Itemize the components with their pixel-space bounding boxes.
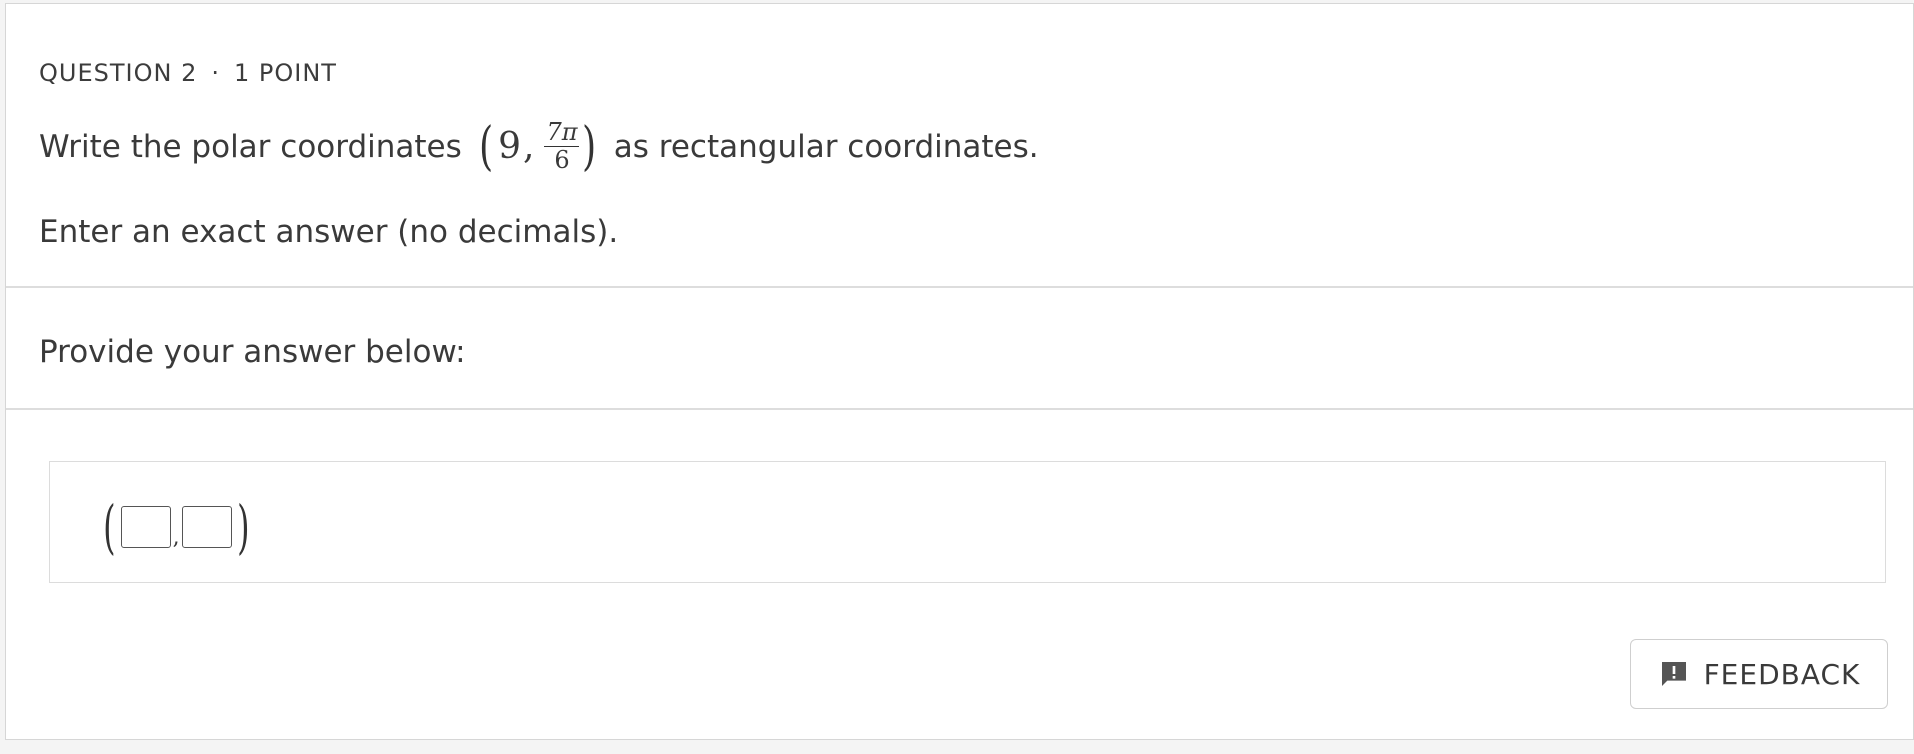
feedback-icon (1658, 658, 1690, 690)
header-separator: · (211, 59, 220, 87)
answer-prompt: Provide your answer below: (39, 334, 466, 370)
math-close-paren: ) (582, 116, 597, 177)
question-card: QUESTION 2 · 1 POINT Write the polar coord… (5, 3, 1914, 740)
feedback-button[interactable]: FEEDBACK (1630, 639, 1888, 709)
coordinate-template: ( , ) (98, 498, 254, 556)
question-text: Write the polar coordinates ( 9 , 7π 6 )… (39, 116, 1039, 177)
question-text-after: as rectangular coordinates. (613, 128, 1039, 165)
angle-numerator: 7π (544, 118, 580, 148)
answer-area: ( , ) (49, 461, 1886, 583)
x-coordinate-input[interactable] (120, 506, 171, 548)
math-open-paren: ( (478, 116, 494, 177)
question-note: Enter an exact answer (no decimals). (39, 214, 619, 250)
math-comma: , (522, 126, 535, 168)
question-points: 1 POINT (233, 59, 337, 87)
math-radius: 9 (498, 126, 521, 168)
template-open-paren: ( (103, 493, 116, 561)
feedback-label: FEEDBACK (1703, 657, 1861, 691)
question-number: QUESTION 2 (39, 59, 198, 87)
question-header: QUESTION 2 · 1 POINT (39, 59, 337, 87)
math-angle-fraction: 7π 6 (544, 118, 580, 175)
y-coordinate-input[interactable] (181, 506, 232, 548)
template-separator: , (172, 525, 180, 550)
question-section: QUESTION 2 · 1 POINT Write the polar coord… (6, 4, 1913, 288)
template-close-paren: ) (236, 493, 250, 561)
angle-denominator: 6 (554, 146, 570, 175)
question-text-before: Write the polar coordinates (39, 128, 462, 165)
polar-coordinates-math: ( 9 , 7π 6 ) (476, 116, 600, 177)
